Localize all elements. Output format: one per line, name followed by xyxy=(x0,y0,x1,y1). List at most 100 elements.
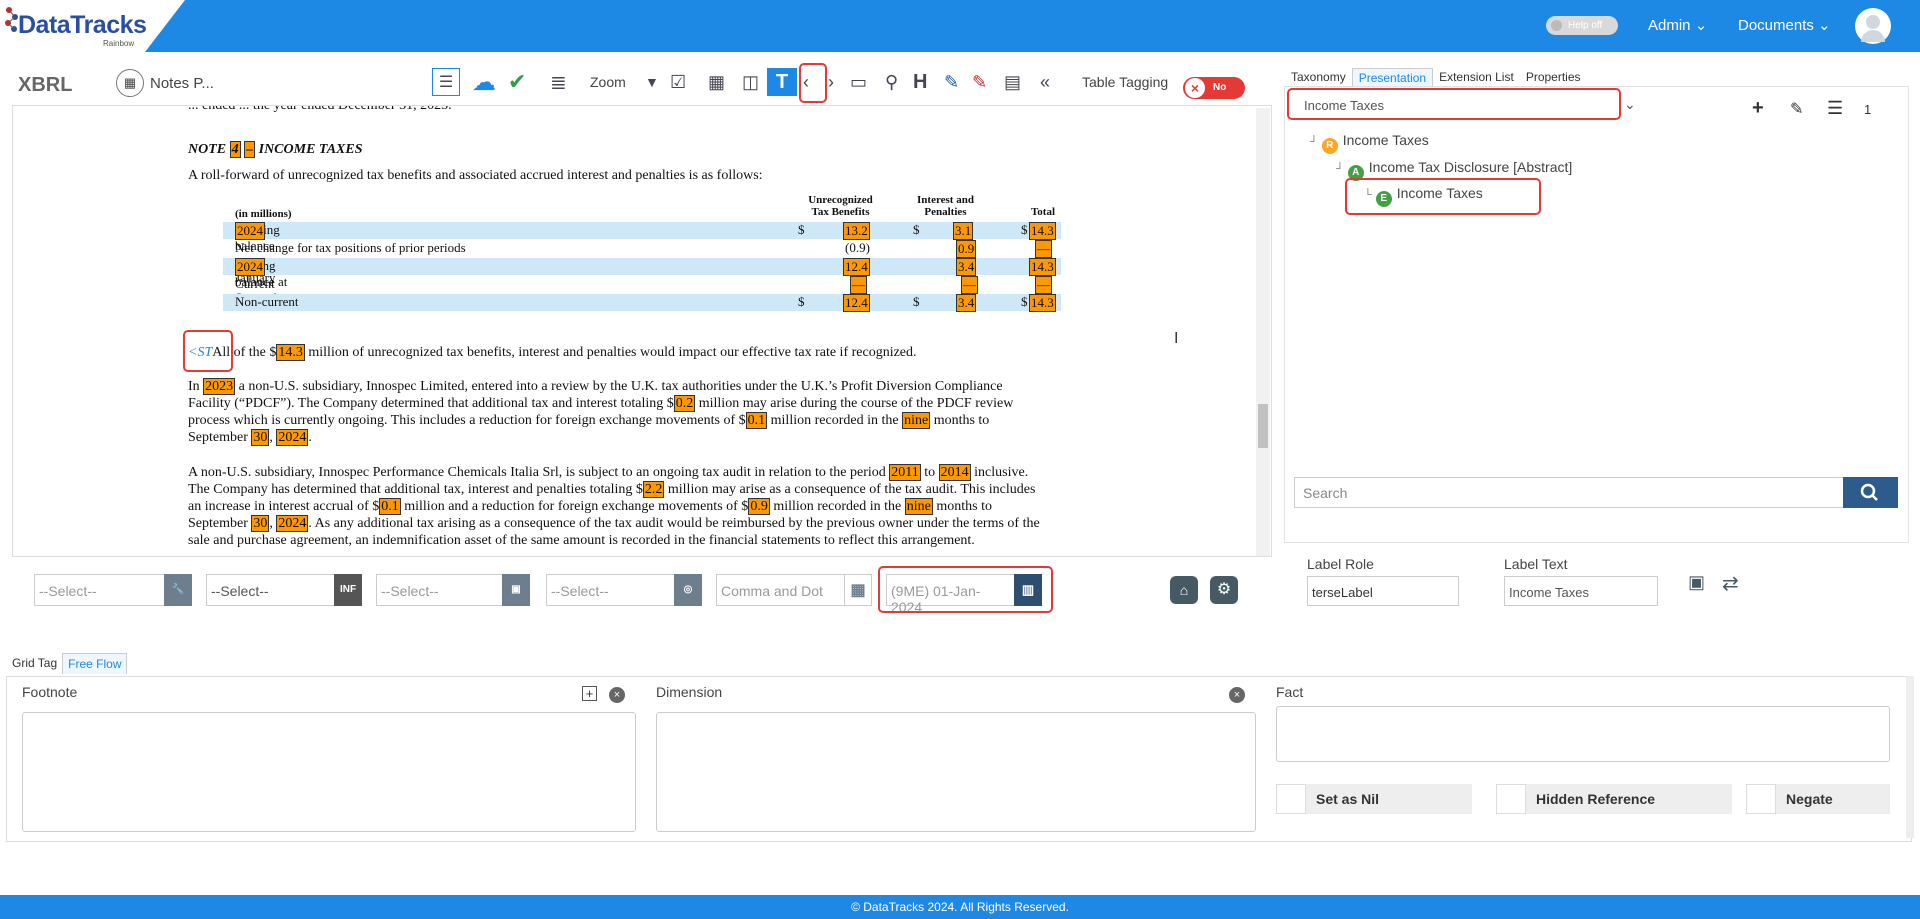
label-role-select[interactable]: terseLabel xyxy=(1307,576,1459,606)
dimension-field[interactable] xyxy=(656,712,1256,832)
zoom-dropdown-icon[interactable]: ▼ xyxy=(645,68,659,96)
paragraph-1: <STAll of the $14.3 million of unrecogni… xyxy=(188,344,917,361)
right-panel-tabs: Taxonomy Presentation Extension List Pro… xyxy=(1285,68,1587,87)
search-button[interactable] xyxy=(1843,477,1898,508)
heading-icon[interactable]: H xyxy=(913,68,927,96)
text-tag-icon[interactable]: T xyxy=(767,68,797,96)
count-label: 1 xyxy=(1864,102,1872,117)
chevron-down-icon[interactable]: ⌄ xyxy=(1624,96,1636,113)
inf-button[interactable]: INF xyxy=(334,574,362,606)
col-header-interest: Interest and Penalties xyxy=(917,194,974,218)
highlight-box xyxy=(799,63,827,103)
tab-presentation[interactable]: Presentation xyxy=(1351,68,1434,87)
close-icon[interactable]: × xyxy=(609,687,625,703)
tags-icon[interactable]: ⌂ xyxy=(1170,576,1198,604)
search-icon xyxy=(1860,483,1878,501)
logo-text: DataTracks xyxy=(18,11,147,39)
unit-label: (in millions) xyxy=(235,208,292,220)
toolbar: XBRL ▦ Notes P... ☰ ☁ ✔ ≣ Zoom ▼ ☑ ▦ ◫ T … xyxy=(0,60,1260,106)
tree-connector-icon: ┘ xyxy=(1310,136,1318,148)
role-badge-icon: R xyxy=(1321,138,1338,154)
logo-subtitle: Rainbow xyxy=(103,39,135,48)
table-row[interactable]: Current — — — xyxy=(223,276,1061,294)
label-role-title: Label Role xyxy=(1307,556,1374,572)
highlight-box xyxy=(183,330,233,372)
card-icon[interactable]: ▭ xyxy=(850,68,867,96)
tree-search-input[interactable]: Search xyxy=(1294,477,1844,508)
tab-grid-tag[interactable]: Grid Tag xyxy=(7,653,62,674)
avatar[interactable] xyxy=(1855,8,1891,44)
columns-icon[interactable]: ◫ xyxy=(742,68,759,96)
fact-field[interactable] xyxy=(1276,706,1890,762)
scrollbar-thumb[interactable] xyxy=(1258,404,1268,448)
xbrl-title: XBRL xyxy=(18,74,73,96)
target-icon[interactable]: ◎ xyxy=(674,574,702,606)
building-icon: ▦ xyxy=(116,69,144,97)
note-title: NOTE 4 – INCOME TAXES xyxy=(188,141,363,158)
select-4[interactable]: --Select-- xyxy=(546,574,676,606)
add-footnote-icon[interactable]: + xyxy=(582,686,597,701)
rewind-icon[interactable]: « xyxy=(1040,68,1050,96)
highlight-box xyxy=(878,566,1053,613)
top-bar: DataTracks Rainbow Help off Admin ⌄ Docu… xyxy=(0,0,1920,52)
notes-selector[interactable]: ▦ Notes P... xyxy=(116,68,214,98)
close-icon[interactable]: × xyxy=(1229,687,1245,703)
table-tagging-toggle[interactable]: No xyxy=(1183,77,1245,99)
list-view-icon[interactable]: ☰ xyxy=(432,68,460,96)
checkbox-icon[interactable]: ☑ xyxy=(670,68,686,96)
pen-icon[interactable]: ✎ xyxy=(944,68,959,96)
tab-free-flow[interactable]: Free Flow xyxy=(62,653,128,674)
table-row[interactable]: Net change for tax positions of prior pe… xyxy=(223,240,1061,258)
select-2[interactable]: --Select-- xyxy=(206,574,338,606)
swap-icon[interactable]: ⇄ xyxy=(1722,571,1739,596)
table-row[interactable]: Closing balance at September 30, 2024 12… xyxy=(223,258,1061,305)
set-as-nil-checkbox[interactable]: Set as Nil xyxy=(1276,784,1472,814)
label-text-title: Label Text xyxy=(1504,556,1568,572)
tree-connector-icon: ┘ xyxy=(1336,163,1344,175)
footer: © DataTracks 2024. All Rights Reserved. xyxy=(0,895,1920,919)
list-icon[interactable]: ≣ xyxy=(550,68,567,96)
tab-extension-list[interactable]: Extension List xyxy=(1433,68,1520,87)
menu-icon[interactable]: ☰ xyxy=(1827,98,1843,119)
tab-taxonomy[interactable]: Taxonomy xyxy=(1285,68,1352,87)
number-format-select[interactable]: Comma and Dot xyxy=(716,574,846,606)
chevron-right-icon[interactable]: › xyxy=(828,68,834,96)
paragraph-3: A non-U.S. subsidiary, Innospec Performa… xyxy=(188,464,1040,548)
location-pin-icon[interactable]: ⚲ xyxy=(885,68,898,96)
table-row[interactable]: Opening balance at January 1, 2024 $13.2… xyxy=(223,222,1061,285)
footnote-label: Footnote xyxy=(22,684,78,700)
previous-line: ... ended ... the year ended December 31… xyxy=(188,105,452,113)
save-icon[interactable]: ▣ xyxy=(1688,572,1705,593)
table-icon[interactable]: ▦ xyxy=(708,68,725,96)
paragraph-2: In 2023 a non-U.S. subsidiary, Innospec … xyxy=(188,378,1014,446)
tab-properties[interactable]: Properties xyxy=(1520,68,1587,87)
wrench-icon[interactable]: 🔧 xyxy=(164,574,192,606)
document-icon[interactable]: ▤ xyxy=(1004,68,1021,96)
select-3[interactable]: --Select-- xyxy=(376,574,504,606)
eraser-icon[interactable]: ✎ xyxy=(972,68,987,96)
negate-checkbox[interactable]: Negate xyxy=(1746,784,1890,814)
table-row[interactable]: Non-current $12.4 $3.4 $14.3 xyxy=(223,294,1061,312)
zoom-label: Zoom xyxy=(590,74,626,90)
footnote-field[interactable] xyxy=(22,712,636,832)
document-scrollbar[interactable] xyxy=(1256,108,1270,556)
document-viewer: ... ended ... the year ended December 31… xyxy=(12,105,1272,557)
help-toggle[interactable]: Help off xyxy=(1546,16,1618,35)
settings-icon[interactable]: ⚙ xyxy=(1210,576,1238,604)
select-1[interactable]: --Select-- xyxy=(34,574,166,606)
cloud-upload-icon[interactable]: ☁ xyxy=(472,68,496,96)
edit-icon[interactable]: ✎ xyxy=(1790,99,1803,119)
nav-documents[interactable]: Documents ⌄ xyxy=(1738,16,1831,34)
bottom-scrollbar[interactable] xyxy=(1906,676,1914,838)
highlight-box xyxy=(1287,88,1621,120)
calculator-icon[interactable]: ▦ xyxy=(844,574,872,606)
logo-area: DataTracks Rainbow xyxy=(0,0,185,52)
add-icon[interactable]: + xyxy=(1752,97,1764,120)
hidden-reference-checkbox[interactable]: Hidden Reference xyxy=(1496,784,1732,814)
tree-node-root[interactable]: ┘ R Income Taxes xyxy=(1310,132,1429,154)
label-text-input[interactable]: Income Taxes xyxy=(1504,576,1658,606)
verified-icon[interactable]: ✔ xyxy=(508,68,526,96)
presentation-panel xyxy=(1284,86,1909,543)
nav-admin[interactable]: Admin ⌄ xyxy=(1648,16,1707,34)
camera-icon[interactable]: ▣ xyxy=(502,574,530,606)
